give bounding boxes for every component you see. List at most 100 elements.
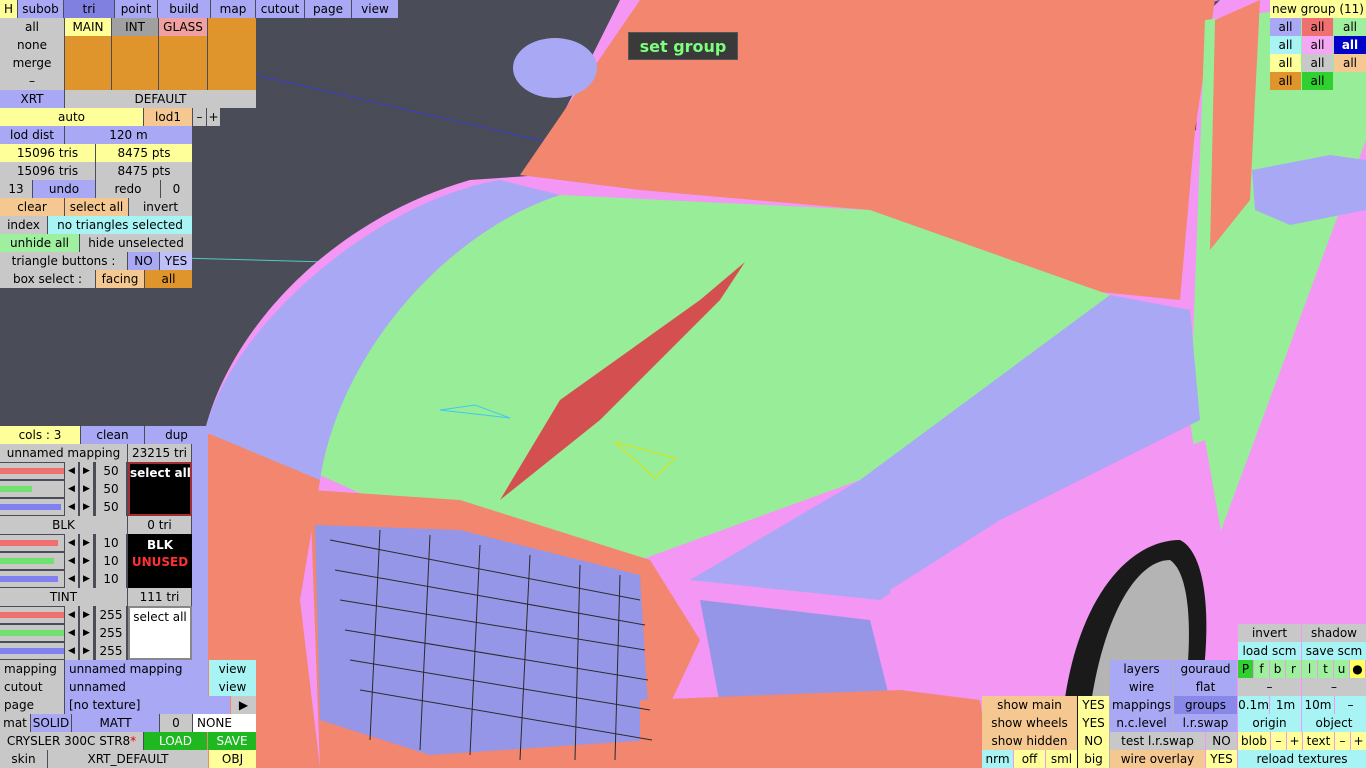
shadow-button[interactable]: shadow — [1302, 624, 1366, 642]
text-button[interactable]: text — [1303, 732, 1334, 750]
invert-normals-button[interactable]: invert — [1238, 624, 1301, 642]
mat-value[interactable]: 0 — [160, 714, 192, 732]
wire-overlay-toggle[interactable]: YES — [1206, 750, 1237, 768]
slider-right-arrow[interactable]: ▶ — [80, 552, 93, 570]
mat-none[interactable]: NONE — [193, 714, 256, 732]
flag-toggle-0[interactable]: P — [1238, 660, 1253, 678]
reload-textures-button[interactable]: reload textures — [1238, 750, 1366, 768]
mapping-name[interactable]: unnamed mapping — [0, 444, 127, 462]
group-cell[interactable]: all — [1270, 54, 1301, 72]
mapping-select[interactable]: unnamed mapping — [65, 660, 208, 678]
tab-map[interactable]: map — [211, 0, 255, 18]
group-cell[interactable]: all — [1302, 54, 1333, 72]
slider-right-arrow[interactable]: ▶ — [80, 462, 93, 480]
layers-button[interactable]: layers — [1110, 660, 1173, 678]
slider-value[interactable]: 255 — [96, 624, 126, 642]
save-button[interactable]: SAVE — [208, 732, 256, 750]
color-slider-track[interactable] — [0, 607, 64, 623]
triangle-buttons-no[interactable]: NO — [128, 252, 159, 270]
slider-value[interactable]: 255 — [96, 606, 126, 624]
cols-scrollbar[interactable] — [192, 444, 208, 660]
tab-cutout[interactable]: cutout — [256, 0, 304, 18]
lod-dist-value[interactable]: 120 m — [65, 126, 192, 144]
slider-right-arrow[interactable]: ▶ — [80, 480, 93, 498]
slider-left-arrow[interactable]: ◀ — [65, 642, 78, 660]
group-slot[interactable] — [159, 54, 207, 72]
mapping-name[interactable]: TINT — [0, 588, 127, 606]
page-next-button[interactable]: ▶ — [231, 696, 256, 714]
slider-right-arrow[interactable]: ▶ — [80, 498, 93, 516]
group-cell[interactable]: all — [1302, 36, 1333, 54]
help-button[interactable]: H — [0, 0, 17, 18]
slider-right-arrow[interactable]: ▶ — [80, 624, 93, 642]
zoom-0.1m[interactable]: 0.1m — [1238, 696, 1269, 714]
cutout-select[interactable]: unnamed — [65, 678, 208, 696]
group-slot[interactable] — [159, 72, 207, 90]
group-slot[interactable] — [65, 72, 111, 90]
color-slider-track[interactable] — [0, 481, 64, 497]
slider-left-arrow[interactable]: ◀ — [65, 624, 78, 642]
text-plus[interactable]: + — [1351, 732, 1366, 750]
save-scm-button[interactable]: save scm — [1302, 642, 1366, 660]
slider-value[interactable]: 10 — [96, 534, 126, 552]
group-merge-button[interactable]: merge — [0, 54, 64, 72]
tab-build[interactable]: build — [158, 0, 210, 18]
slider-value[interactable]: 50 — [96, 498, 126, 516]
new-group-title[interactable]: new group (11) — [1270, 0, 1366, 18]
flag-toggle-6[interactable]: u — [1334, 660, 1349, 678]
load-button[interactable]: LOAD — [144, 732, 207, 750]
slider-left-arrow[interactable]: ◀ — [65, 570, 78, 588]
slider-right-arrow[interactable]: ▶ — [80, 606, 93, 624]
group-slot[interactable] — [208, 36, 256, 54]
slider-left-arrow[interactable]: ◀ — [65, 480, 78, 498]
slider-value[interactable]: 50 — [96, 462, 126, 480]
slider-value[interactable]: 10 — [96, 552, 126, 570]
slider-left-arrow[interactable]: ◀ — [65, 606, 78, 624]
zoom-minus[interactable]: – — [1335, 696, 1366, 714]
group-cell[interactable]: all — [1270, 18, 1301, 36]
obj-button[interactable]: OBJ — [209, 750, 256, 768]
group-slot[interactable] — [112, 36, 158, 54]
color-slider-track[interactable] — [0, 625, 64, 641]
slider-value[interactable]: 50 — [96, 480, 126, 498]
color-slider-track[interactable] — [0, 463, 64, 479]
group-cell-selected[interactable]: all — [1334, 36, 1366, 54]
tab-point[interactable]: point — [115, 0, 157, 18]
gouraud-button[interactable]: gouraud — [1174, 660, 1237, 678]
group-glass[interactable]: GLASS — [159, 18, 207, 36]
color-slider-track[interactable] — [0, 535, 64, 551]
triangle-buttons-yes[interactable]: YES — [160, 252, 192, 270]
object-button[interactable]: object — [1302, 714, 1366, 732]
group-slot[interactable] — [208, 72, 256, 90]
lod-plus-button[interactable]: + — [207, 108, 220, 126]
nrm-button[interactable]: nrm — [982, 750, 1013, 768]
tab-page[interactable]: page — [305, 0, 351, 18]
color-slider-track[interactable] — [0, 643, 64, 659]
sml-button[interactable]: sml — [1046, 750, 1077, 768]
load-scm-button[interactable]: load scm — [1238, 642, 1301, 660]
group-dash-button[interactable]: – — [0, 72, 64, 90]
group-slot[interactable] — [208, 54, 256, 72]
tab-subob[interactable]: subob — [18, 0, 63, 18]
group-cell[interactable]: all — [1334, 18, 1366, 36]
group-none-button[interactable]: none — [0, 36, 64, 54]
hide-unselected-button[interactable]: hide unselected — [80, 234, 192, 252]
text-minus[interactable]: – — [1335, 732, 1350, 750]
groups-button[interactable]: groups — [1174, 696, 1237, 714]
box-select-facing[interactable]: facing — [96, 270, 144, 288]
lod-auto-button[interactable]: auto — [0, 108, 143, 126]
tab-tri[interactable]: tri — [64, 0, 114, 18]
color-slider-track[interactable] — [0, 553, 64, 569]
flat-button[interactable]: flat — [1174, 678, 1237, 696]
default-button[interactable]: DEFAULT — [65, 90, 256, 108]
flag-toggle-4[interactable]: l — [1302, 660, 1317, 678]
group-cell[interactable]: all — [1302, 72, 1333, 90]
slider-value[interactable]: 255 — [96, 642, 126, 660]
flag-toggle-5[interactable]: t — [1318, 660, 1333, 678]
lr-swap-button[interactable]: l.r.swap — [1174, 714, 1237, 732]
group-int[interactable]: INT — [112, 18, 158, 36]
flag-toggle-3[interactable]: r — [1286, 660, 1301, 678]
minus-button[interactable]: – — [1302, 678, 1366, 696]
mappings-button[interactable]: mappings — [1110, 696, 1173, 714]
origin-button[interactable]: origin — [1238, 714, 1301, 732]
